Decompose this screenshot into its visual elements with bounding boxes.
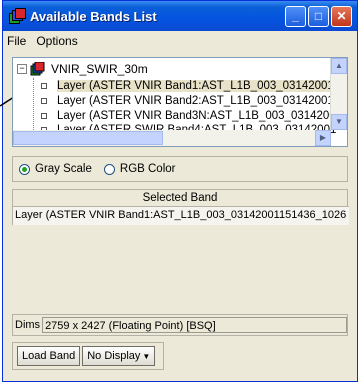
file-icon [30, 62, 45, 76]
maximize-button[interactable]: □ [308, 5, 329, 27]
gray-scale-radio[interactable] [19, 163, 30, 175]
horizontal-scrollbar[interactable]: ▶ [13, 130, 331, 146]
tree-item[interactable]: Layer (ASTER VNIR Band1:AST_L1B_003_0314… [41, 78, 334, 93]
dims-value: 2759 x 2427 (Floating Point) [BSQ] [42, 317, 347, 333]
display-dropdown-label: No Display [87, 350, 141, 362]
dropdown-arrow-icon: ▼ [142, 352, 151, 361]
scroll-thumb[interactable] [13, 131, 163, 145]
scroll-up-icon[interactable]: ▲ [331, 58, 347, 74]
selected-band-heading: Selected Band [142, 192, 218, 204]
title-bar[interactable]: Available Bands List _ □ ✕ [3, 1, 357, 31]
display-dropdown[interactable]: No Display ▼ [82, 346, 156, 366]
load-band-label: Load Band [22, 350, 76, 362]
display-mode-group: Gray Scale RGB Color [12, 156, 348, 182]
collapse-icon[interactable]: − [17, 64, 27, 74]
gray-scale-label: Gray Scale [35, 163, 92, 175]
tree-item[interactable]: Layer (ASTER VNIR Band2:AST_L1B_003_0314… [41, 93, 334, 108]
tree-connector [33, 78, 34, 138]
button-row: Load Band No Display ▼ [12, 342, 164, 370]
app-icon [9, 8, 26, 24]
menu-bar: File Options [3, 31, 357, 51]
minimize-icon: _ [292, 9, 299, 23]
tree-item-label: Layer (ASTER VNIR Band3N:AST_L1B_003_031… [57, 109, 336, 122]
rgb-color-radio[interactable] [103, 163, 115, 175]
close-button[interactable]: ✕ [331, 5, 352, 27]
selected-band-field: Layer (ASTER VNIR Band1:AST_L1B_003_0314… [13, 206, 349, 225]
menu-options[interactable]: Options [36, 34, 77, 48]
minimize-button[interactable]: _ [285, 5, 306, 27]
tree-root-label: VNIR_SWIR_30m [51, 62, 148, 76]
bullet-icon [41, 82, 47, 89]
scroll-right-icon[interactable]: ▶ [315, 130, 331, 146]
tree-item-label: Layer (ASTER VNIR Band2:AST_L1B_003_0314… [57, 94, 334, 107]
close-icon: ✕ [336, 9, 347, 23]
maximize-icon: □ [314, 9, 323, 23]
tree-item-label: Layer (ASTER VNIR Band1:AST_L1B_003_0314… [57, 79, 334, 92]
tree-item[interactable]: Layer (ASTER VNIR Band3N:AST_L1B_003_031… [41, 108, 336, 123]
scroll-down-icon[interactable]: ▼ [331, 114, 347, 130]
tree-root[interactable]: − VNIR_SWIR_30m [17, 62, 148, 76]
menu-file[interactable]: File [7, 34, 26, 48]
window-title: Available Bands List [30, 8, 157, 24]
rgb-color-label: RGB Color [119, 163, 176, 175]
band-tree[interactable]: − VNIR_SWIR_30m Layer (ASTER VNIR Band1:… [12, 57, 348, 147]
dims-label: Dims [15, 319, 41, 331]
dims-panel: Dims 2759 x 2427 (Floating Point) [BSQ] [12, 314, 348, 336]
load-band-button[interactable]: Load Band [17, 346, 81, 366]
vertical-scrollbar[interactable]: ▲ ▼ [330, 58, 347, 130]
bullet-icon [41, 112, 47, 119]
selected-band-panel: Selected Band Layer (ASTER VNIR Band1:AS… [12, 189, 349, 225]
bullet-icon [41, 97, 47, 104]
